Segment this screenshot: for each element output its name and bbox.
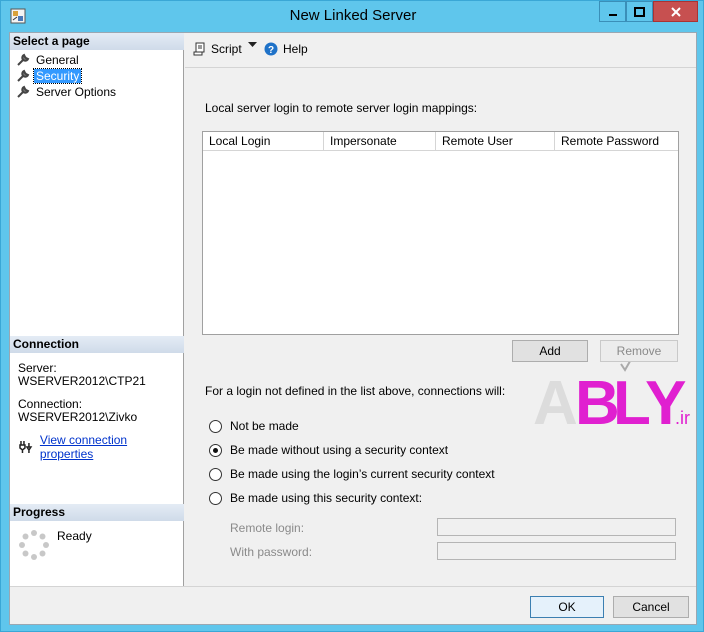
toolbar: Script ? Help [185,33,696,68]
script-icon [193,42,205,56]
progress-header: Progress [10,504,184,521]
page-item-security[interactable]: Security [16,67,83,84]
page-item-label: Server Options [36,84,117,99]
dialog-client: Select a page General Security Server Op… [9,32,697,625]
radio-not-be-made[interactable]: Not be made [209,419,299,433]
view-connection-properties-link[interactable]: View connection properties [40,433,183,461]
server-value: WSERVER2012\CTP21 [18,374,146,388]
password-label: With password: [230,545,313,559]
column-header-impersonate[interactable]: Impersonate [324,132,436,150]
grid-header: Local Login Impersonate Remote User Remo… [203,132,678,151]
mappings-label: Local server login to remote server logi… [205,101,478,115]
chevron-down-icon [248,42,257,47]
minimize-icon [608,13,617,16]
view-connection-properties[interactable]: View connection properties [18,433,183,461]
radio-label: Be made without using a security context [230,443,449,457]
title-bar[interactable]: New Linked Server [1,1,704,31]
add-button[interactable]: Add [512,340,588,362]
server-label: Server: [18,361,57,375]
radio-button-checked[interactable] [209,443,222,457]
wrench-icon [17,69,30,82]
minimize-button[interactable] [599,1,626,22]
progress-status: Ready [57,529,92,543]
undefined-login-label: For a login not defined in the list abov… [205,384,506,398]
wrench-icon [17,85,30,98]
radio-label: Not be made [230,419,299,433]
radio-without-security-context[interactable]: Be made without using a security context [209,443,448,457]
page-item-label: Security [32,67,83,84]
maximize-button[interactable] [626,1,653,22]
remote-login-input[interactable] [437,518,676,536]
help-button[interactable]: ? Help [264,42,308,56]
page-item-label: General [36,52,79,67]
svg-text:?: ? [268,45,274,56]
connection-properties-icon [19,441,33,453]
connection-label: Connection: [18,397,83,411]
svg-text:.ir: .ir [675,408,690,428]
maximize-icon [634,6,645,17]
remove-button[interactable]: Remove [600,340,678,362]
cancel-button[interactable]: Cancel [613,596,689,618]
radio-label: Be made using this security context: [230,491,423,505]
select-page-header: Select a page [10,33,184,50]
remote-login-label: Remote login: [230,521,305,535]
close-icon [670,6,681,17]
progress-spinner-icon [19,530,49,560]
radio-current-security-context[interactable]: Be made using the login’s current securi… [209,467,495,481]
radio-button[interactable] [209,419,222,433]
security-page: Local server login to remote server logi… [185,69,696,586]
radio-button[interactable] [209,467,222,481]
login-mappings-grid[interactable]: Local Login Impersonate Remote User Remo… [202,131,690,432]
connection-value: WSERVER2012\Zivko [18,410,138,424]
column-header-local-login[interactable]: Local Login [203,132,324,150]
script-label: Script [211,42,242,56]
dialog-footer: OK Cancel [10,586,696,624]
radio-this-security-context[interactable]: Be made using this security context: [209,491,422,505]
column-header-remote-user[interactable]: Remote User [436,132,555,150]
column-header-remote-password[interactable]: Remote Password [555,132,678,150]
wrench-icon [17,53,30,66]
radio-label: Be made using the login’s current securi… [230,467,495,481]
close-button[interactable] [653,1,698,22]
password-input[interactable] [437,542,676,560]
script-button[interactable]: Script [193,42,242,56]
dialog-window: New Linked Server Select a page General … [0,0,704,632]
left-pane: Select a page General Security Server Op… [10,33,184,586]
page-item-server-options[interactable]: Server Options [16,84,118,99]
ably-watermark-logo: A B LY .ir [533,355,690,432]
svg-text:A: A [533,369,578,432]
help-label: Help [283,42,308,56]
page-item-general[interactable]: General [16,52,81,67]
radio-button[interactable] [209,491,222,505]
ok-button[interactable]: OK [530,596,604,618]
help-icon: ? [264,42,278,56]
connection-header: Connection [10,336,184,353]
script-dropdown-button[interactable] [248,42,257,48]
